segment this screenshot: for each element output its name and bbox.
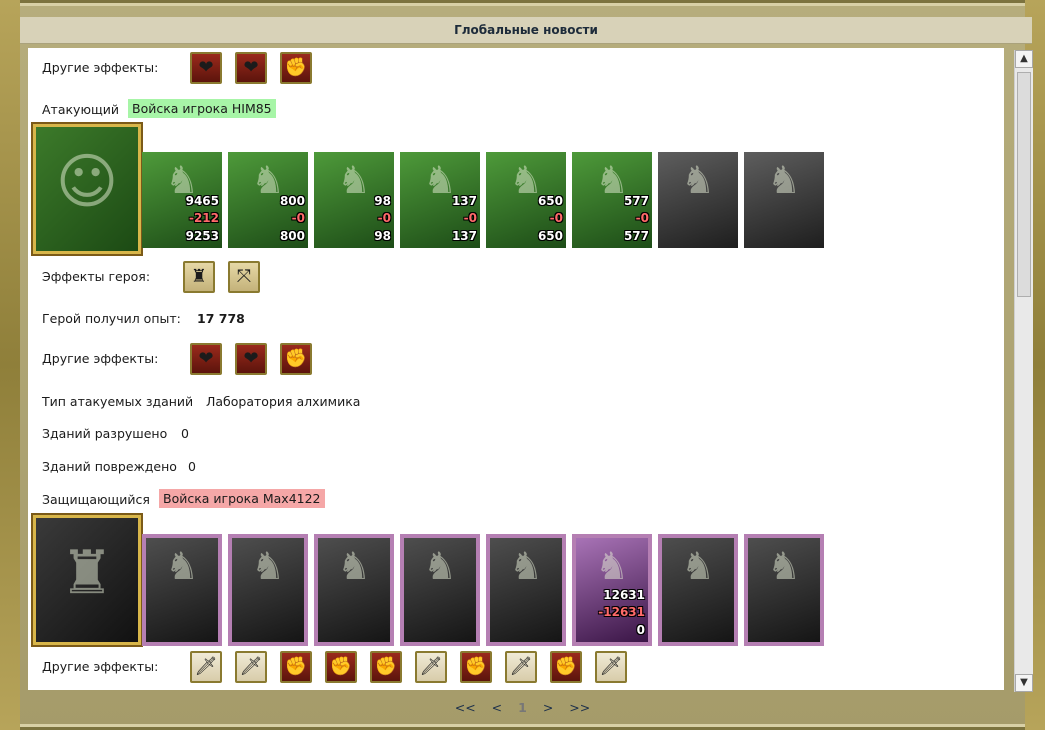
defender-unit-slot[interactable]: ♞	[486, 534, 566, 646]
attacker-unit-slot[interactable]: ♞ 137 -0 137	[400, 152, 480, 248]
attacker-player-tag[interactable]: Войска игрока HIM85	[128, 99, 276, 118]
attacker-unit-slot[interactable]: ♞ 650 -0 650	[486, 152, 566, 248]
defender-hero-portrait[interactable]: ♜	[33, 515, 141, 645]
page-prev-link[interactable]: <	[492, 700, 502, 715]
unit-figure-icon: ♞	[766, 158, 802, 202]
other-effects-label: Другие эффекты:	[42, 659, 159, 674]
unit-figure-icon: ♞	[164, 544, 200, 588]
defender-unit-slot[interactable]: ♞	[744, 534, 824, 646]
fist-sword-icon[interactable]: ✊	[550, 651, 582, 683]
tower-icon[interactable]: ♜	[183, 261, 215, 293]
buildings-destroyed-value: 0	[181, 426, 189, 441]
unit-count-after: 800	[279, 229, 305, 243]
sword-icon[interactable]: 🗡	[595, 651, 627, 683]
page-next-link[interactable]: >	[543, 700, 553, 715]
buildings-damaged-label: Зданий повреждено	[42, 459, 177, 474]
unit-figure-icon: ♞	[508, 544, 544, 588]
unit-count-after: 0	[636, 623, 645, 637]
attacker-unit-slot[interactable]: ♞ 800 -0 800	[228, 152, 308, 248]
crossbow-icon[interactable]: ⤧	[228, 261, 260, 293]
defender-unit-slot[interactable]: ♞	[228, 534, 308, 646]
heart-dagger-icon[interactable]: ❤	[235, 343, 267, 375]
window-title: Глобальные новости	[20, 17, 1032, 44]
unit-count-lost: -0	[377, 211, 391, 225]
fist-sword-icon[interactable]: ✊	[325, 651, 357, 683]
unit-count-after: 9253	[185, 229, 219, 243]
attacker-unit-slot[interactable]: ♞ 98 -0 98	[314, 152, 394, 248]
unit-figure-icon: ♞	[680, 544, 716, 588]
unit-figure-icon: ♞	[680, 158, 716, 202]
heart-dagger-icon[interactable]: ❤	[190, 52, 222, 84]
attacker-label: Атакующий	[42, 102, 119, 117]
attacker-unit-slot[interactable]: ♞	[744, 152, 824, 248]
sword-icon[interactable]: 🗡	[190, 651, 222, 683]
heart-dagger-icon[interactable]: ❤	[235, 52, 267, 84]
buildings-damaged-value: 0	[188, 459, 196, 474]
attacker-hero-portrait[interactable]: ☺	[33, 124, 141, 254]
defender-unit-slot[interactable]: ♞	[658, 534, 738, 646]
unit-count-lost: -0	[291, 211, 305, 225]
sword-icon[interactable]: 🗡	[235, 651, 267, 683]
pagination: << < 1 > >>	[0, 700, 1045, 715]
unit-figure-icon: ♞	[250, 544, 286, 588]
unit-count-before: 137	[451, 194, 477, 208]
heart-dagger-icon[interactable]: ❤	[190, 343, 222, 375]
news-content: Другие эффекты: ❤ ❤ ✊ Атакующий Войска и…	[28, 48, 1004, 690]
defender-unit-slot[interactable]: ♞	[142, 534, 222, 646]
unit-figure-icon: ♞	[336, 544, 372, 588]
unit-count-lost: -12631	[598, 605, 645, 619]
sword-icon[interactable]: 🗡	[415, 651, 447, 683]
attacker-unit-slot[interactable]: ♞	[658, 152, 738, 248]
other-effects-label: Другие эффекты:	[42, 60, 159, 75]
fist-sword-icon[interactable]: ✊	[370, 651, 402, 683]
defender-label: Защищающийся	[42, 492, 150, 507]
page-current: 1	[518, 700, 527, 715]
unit-count-before: 650	[537, 194, 563, 208]
unit-count-lost: -212	[188, 211, 219, 225]
hero-exp-label: Герой получил опыт:	[42, 311, 181, 326]
unit-count-lost: -0	[463, 211, 477, 225]
unit-count-after: 98	[374, 229, 391, 243]
building-type-label: Тип атакуемых зданий	[42, 394, 194, 409]
unit-count-lost: -0	[635, 211, 649, 225]
unit-count-after: 577	[623, 229, 649, 243]
frame-ornament-left	[0, 0, 20, 730]
unit-figure-icon: ♞	[766, 544, 802, 588]
unit-count-before: 9465	[185, 194, 219, 208]
unit-count-before: 12631	[603, 588, 645, 602]
defender-unit-slot[interactable]: ♞	[314, 534, 394, 646]
fist-sword-icon[interactable]: ✊	[280, 651, 312, 683]
unit-figure-icon: ♞	[422, 544, 458, 588]
buildings-destroyed-label: Зданий разрушено	[42, 426, 168, 441]
unit-figure-icon: ♞	[594, 544, 630, 588]
scroll-down-button[interactable]: ▼	[1015, 674, 1033, 692]
hero-exp-value: 17 778	[197, 311, 245, 326]
building-type-value: Лаборатория алхимика	[206, 394, 361, 409]
fist-sword-icon[interactable]: ✊	[280, 52, 312, 84]
vertical-scrollbar[interactable]: ▲ ▼	[1014, 50, 1033, 692]
unit-count-before: 800	[279, 194, 305, 208]
unit-count-after: 650	[537, 229, 563, 243]
hero-effects-label: Эффекты героя:	[42, 269, 151, 284]
attacker-unit-slot[interactable]: ♞ 9465 -212 9253	[142, 152, 222, 248]
page-last-link[interactable]: >>	[569, 700, 590, 715]
defender-player-tag[interactable]: Войска игрока Max4122	[159, 489, 325, 508]
scroll-up-button[interactable]: ▲	[1015, 50, 1033, 68]
fist-sword-icon[interactable]: ✊	[280, 343, 312, 375]
attacker-unit-slot[interactable]: ♞ 577 -0 577	[572, 152, 652, 248]
defender-unit-slot[interactable]: ♞ 12631 -12631 0	[572, 534, 652, 646]
scroll-thumb[interactable]	[1017, 72, 1031, 297]
page-first-link[interactable]: <<	[455, 700, 476, 715]
unit-count-before: 98	[374, 194, 391, 208]
unit-count-before: 577	[623, 194, 649, 208]
unit-count-lost: -0	[549, 211, 563, 225]
other-effects-label: Другие эффекты:	[42, 351, 159, 366]
defender-unit-slot[interactable]: ♞	[400, 534, 480, 646]
sword-icon[interactable]: 🗡	[505, 651, 537, 683]
fist-sword-icon[interactable]: ✊	[460, 651, 492, 683]
unit-count-after: 137	[451, 229, 477, 243]
